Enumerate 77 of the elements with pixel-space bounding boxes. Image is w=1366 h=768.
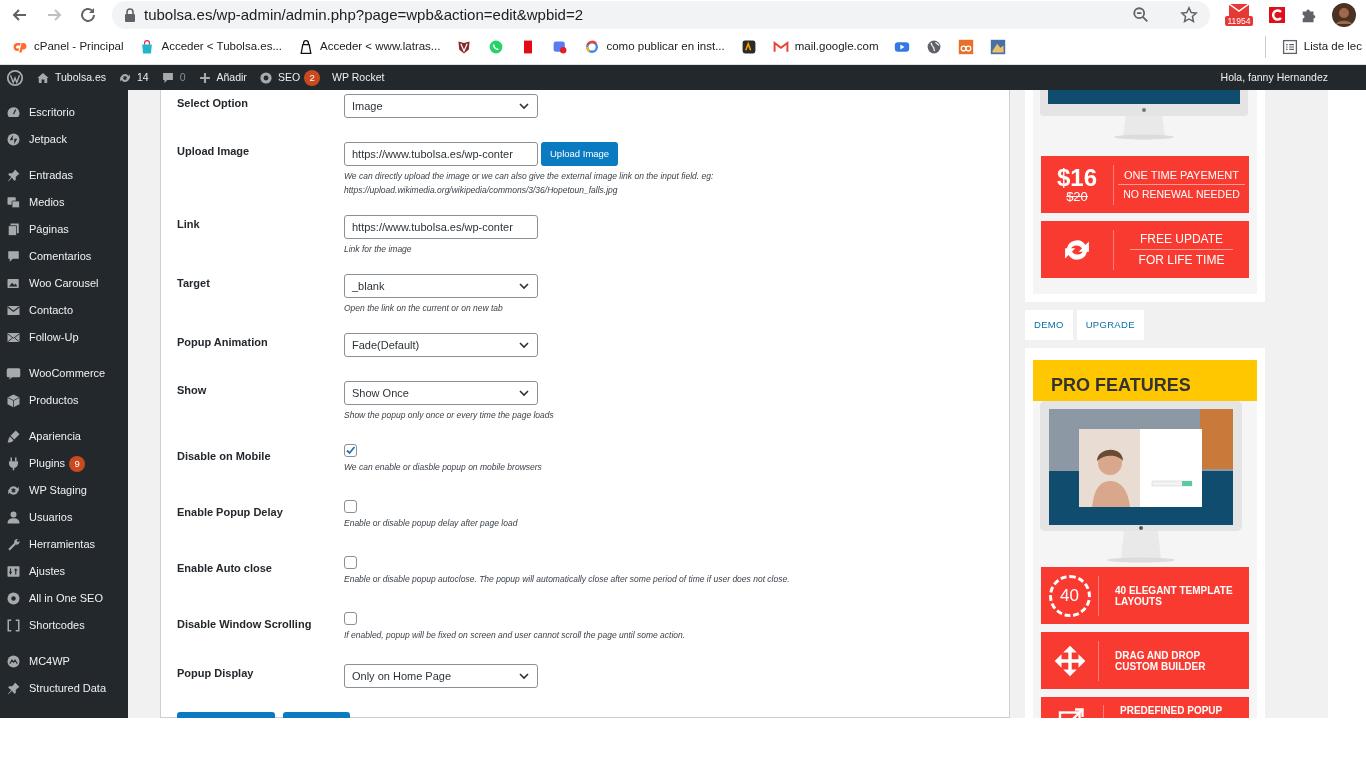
old-price: $20 xyxy=(1066,189,1088,204)
field-label: Popup Display xyxy=(177,666,255,681)
sidebar-item[interactable]: Shortcodes xyxy=(0,612,85,639)
price: $16 xyxy=(1056,165,1097,190)
count-badge: 40 xyxy=(1048,574,1091,617)
upload-button[interactable]: Upload Image xyxy=(541,142,619,166)
input-field[interactable]: https://www.tubolsa.es/wp-conter xyxy=(344,142,538,166)
toolbar-item[interactable]: WP Rocket xyxy=(332,69,385,86)
promo-text: ONE TIME PAYEMENT xyxy=(1124,168,1239,183)
dropdown[interactable]: Only on Home Page xyxy=(344,664,538,688)
feature-text: PREDEFINED POPUP xyxy=(1119,705,1224,716)
bookmark[interactable]: como publicar en inst... xyxy=(584,38,725,56)
field-label: Link xyxy=(177,217,201,232)
feature-text: 40 ELEGANT TEMPLATE LAYOUTS xyxy=(1114,584,1234,607)
count-badge: 2 xyxy=(304,69,321,86)
dropdown[interactable]: Fade(Default) xyxy=(344,333,538,357)
sidebar-item[interactable]: WooCommerce xyxy=(0,360,106,387)
bookmark[interactable]: Acceder < www.latras... xyxy=(298,38,441,56)
help-text: Enable or disable popup delay after page load xyxy=(344,517,518,530)
sidebar-item[interactable]: Apariencia xyxy=(0,423,81,450)
field-label: Target xyxy=(177,276,211,291)
sidebar-item[interactable]: Comentarios xyxy=(0,243,92,270)
toolbar-item[interactable]: SEO xyxy=(258,69,301,86)
field-label: Popup Animation xyxy=(177,335,269,350)
help-text: https://upload.wikimedia.org/wikipedia/commons/3/36/Hopetoun_falls.jpg xyxy=(344,184,619,197)
help-text: We can directly upload the image or we can also give the external image link on the input field. eg: xyxy=(344,170,714,183)
sidebar-item[interactable]: Herramientas xyxy=(0,531,96,558)
sidebar-item[interactable]: Páginas xyxy=(0,216,69,243)
count-badge: 9 xyxy=(69,455,86,472)
field-label: Select Option xyxy=(177,96,249,111)
promo-text: FOR LIFE TIME xyxy=(1138,252,1225,269)
input-field[interactable]: https://www.tubolsa.es/wp-conter xyxy=(344,215,538,239)
reading-list[interactable]: Lista de lec xyxy=(1281,38,1362,56)
sidebar-item[interactable]: WP Staging xyxy=(0,477,87,504)
sidebar-item[interactable]: Woo Carousel xyxy=(0,270,99,297)
sidebar-item[interactable]: Entradas xyxy=(0,162,74,189)
sidebar-item[interactable]: Ajustes xyxy=(0,558,66,585)
sidebar-item[interactable]: Structured Data xyxy=(0,675,107,702)
help-text: Enable or disable popup autoclose. The popup will automatically close after some period of time if user does not close. xyxy=(344,573,790,586)
sidebar-item[interactable]: Follow-Up xyxy=(0,324,79,351)
sidebar-item[interactable]: Contacto xyxy=(0,297,74,324)
bookmark[interactable]: mail.google.com xyxy=(772,38,879,56)
sidebar-item[interactable]: Plugins xyxy=(0,450,66,477)
sidebar-item[interactable]: Escritorio xyxy=(0,99,75,126)
toolbar-item[interactable]: Tubolsa.es xyxy=(36,69,106,86)
field-label: Enable Popup Delay xyxy=(177,505,284,520)
help-text: If enabled, popup will be fixed on screen and user cannot scroll the page until some action. xyxy=(344,629,686,642)
toolbar-item[interactable]: 14 xyxy=(118,69,149,86)
promo-text: NO RENEWAL NEEDED xyxy=(1123,187,1240,202)
greeting-link[interactable]: Hola, fanny Hernandez xyxy=(1220,69,1328,86)
count-badge: 11954 xyxy=(1225,16,1253,26)
help-text: Link for the image xyxy=(344,243,413,256)
promo-text: FREE UPDATE xyxy=(1139,231,1224,248)
bookmark[interactable]: Acceder < Tubolsa.es... xyxy=(139,38,282,56)
feature-text: DRAG AND DROP CUSTOM BUILDER xyxy=(1114,649,1207,672)
dropdown[interactable]: Image xyxy=(344,94,538,118)
field-label: Disable on Mobile xyxy=(177,449,272,464)
sidebar-item[interactable]: MC4WP xyxy=(0,648,70,675)
dropdown[interactable]: _blank xyxy=(344,274,538,298)
dropdown[interactable]: Show Once xyxy=(344,381,538,405)
bookmark[interactable]: cPanel - Principal xyxy=(12,38,124,56)
sidebar-item[interactable]: Medios xyxy=(0,189,65,216)
field-label: Enable Auto close xyxy=(177,561,273,576)
help-text: Show the popup only once or every time the page loads xyxy=(344,409,554,422)
field-label: Upload Image xyxy=(177,144,251,159)
sidebar-item[interactable]: Usuarios xyxy=(0,504,73,531)
field-label: Show xyxy=(177,383,208,398)
promo-button[interactable]: UPGRADE xyxy=(1076,310,1144,340)
promo-button[interactable]: DEMO xyxy=(1025,310,1073,340)
help-text: Open the link on the current or on new tab xyxy=(344,302,504,315)
sidebar-item[interactable]: Productos xyxy=(0,387,79,414)
sidebar-item[interactable]: Jetpack xyxy=(0,126,67,153)
toolbar-item[interactable]: Añadir xyxy=(197,69,247,86)
toolbar-item[interactable]: 0 xyxy=(160,69,186,86)
field-label: Disable Window Scrolling xyxy=(177,617,313,632)
sidebar-item[interactable]: All in One SEO xyxy=(0,585,103,612)
help-text: We can enable or diasble popup on mobile browsers xyxy=(344,461,542,474)
